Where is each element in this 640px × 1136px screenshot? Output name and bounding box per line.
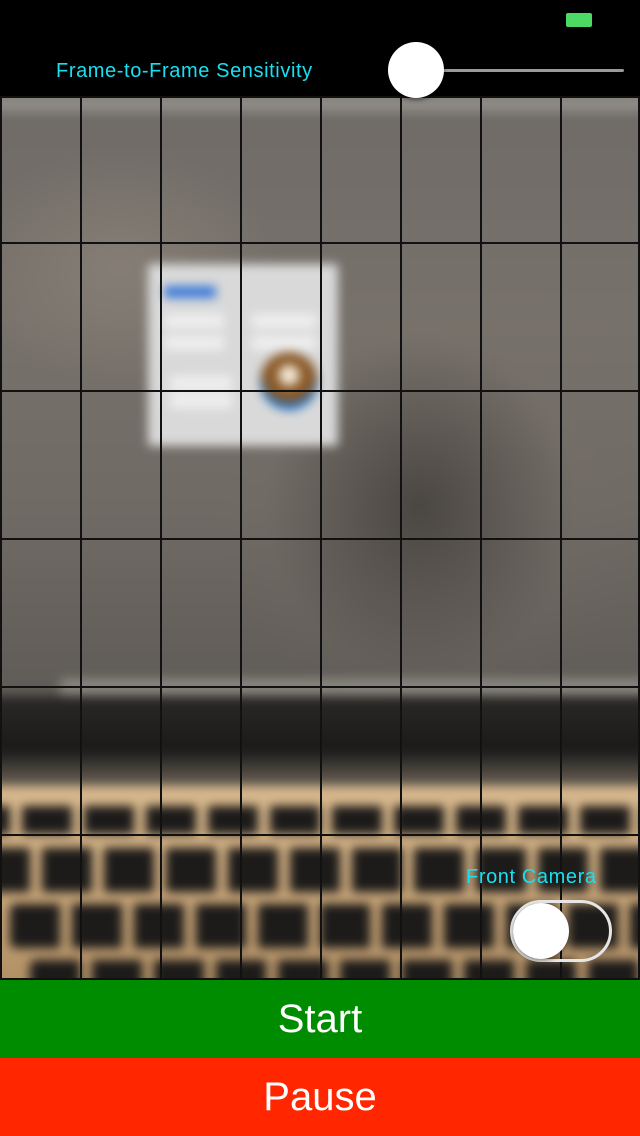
sensitivity-slider[interactable] (388, 42, 628, 98)
camera-preview (0, 96, 640, 980)
slider-track (416, 69, 624, 72)
motion-detector-screen: Frame-to-Frame Sensitivity Front Camera … (0, 0, 640, 1136)
pause-button[interactable]: Pause (0, 1058, 640, 1136)
laptop-bezel-image (0, 696, 640, 786)
battery-icon (566, 13, 592, 27)
front-camera-toggle[interactable] (510, 900, 612, 962)
laptop-menu-bar-image (0, 96, 640, 112)
start-button[interactable]: Start (0, 980, 640, 1058)
toggle-knob (513, 903, 569, 959)
slider-thumb[interactable] (388, 42, 444, 98)
sensitivity-label: Frame-to-Frame Sensitivity (56, 60, 313, 82)
top-bar: Frame-to-Frame Sensitivity (0, 0, 640, 98)
laptop-dialog-image (148, 264, 338, 446)
front-camera-label: Front Camera (466, 866, 597, 888)
camera-scene (0, 96, 640, 980)
